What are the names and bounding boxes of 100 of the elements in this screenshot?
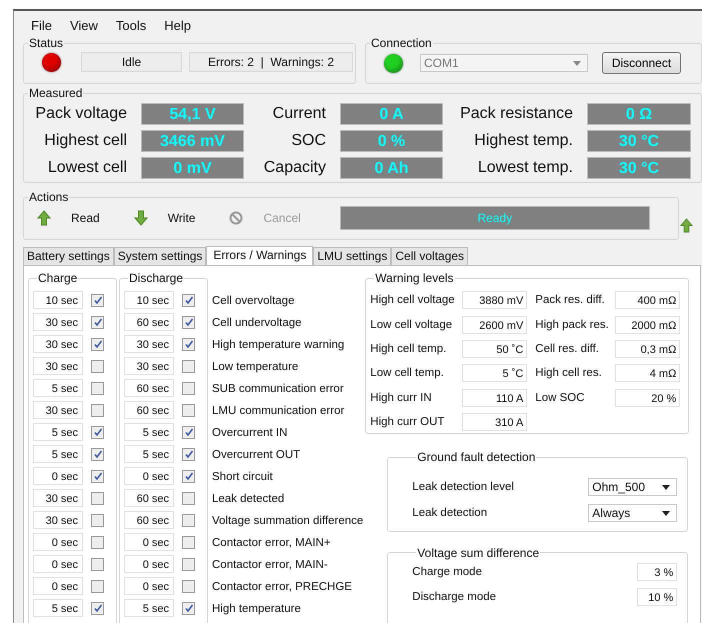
measure-label: Current <box>272 104 326 124</box>
delay-field[interactable]: 5 sec <box>33 445 83 463</box>
disconnect-button[interactable]: Disconnect <box>602 52 681 74</box>
level-field[interactable]: 0,3 mΩ <box>615 340 680 358</box>
checkbox[interactable] <box>182 492 195 504</box>
delay-field[interactable]: 60 sec <box>124 511 174 529</box>
action-button[interactable]: Read <box>34 208 103 228</box>
menu-item[interactable]: File <box>31 18 52 33</box>
delay-field[interactable]: 60 sec <box>124 313 174 331</box>
delay-field[interactable]: 60 sec <box>124 489 174 507</box>
tab[interactable]: Battery settings <box>23 247 114 265</box>
checkbox[interactable] <box>182 426 195 438</box>
tab[interactable]: Cell voltages <box>391 247 468 265</box>
delay-field[interactable]: 30 sec <box>33 313 83 331</box>
checkbox[interactable] <box>182 514 195 526</box>
delay-field[interactable]: 5 sec <box>33 423 83 441</box>
menu-item[interactable]: Tools <box>116 18 146 33</box>
delay-field[interactable]: 5 sec <box>33 599 83 617</box>
checkbox[interactable] <box>182 382 195 394</box>
checkbox[interactable] <box>91 470 104 482</box>
delay-field[interactable]: 30 sec <box>124 335 174 353</box>
delay-field[interactable]: 0 sec <box>124 577 174 595</box>
delay-field[interactable]: 30 sec <box>33 357 83 375</box>
level-label: High curr IN <box>370 392 433 404</box>
level-field[interactable]: 5 ˚C <box>462 364 528 382</box>
group-title: Ground fault detection <box>416 450 536 464</box>
level-field[interactable]: 310 A <box>462 413 528 432</box>
measure-value: 0 Ω <box>587 103 691 125</box>
checkbox[interactable] <box>182 294 195 306</box>
checkbox[interactable] <box>182 316 195 328</box>
level-field[interactable]: 110 A <box>462 388 528 407</box>
level-field[interactable]: 4 mΩ <box>615 364 680 382</box>
checkbox[interactable] <box>182 360 195 372</box>
percent-field[interactable]: 10 % <box>637 588 678 606</box>
delay-field[interactable]: 5 sec <box>124 445 174 463</box>
delay-field[interactable]: 60 sec <box>124 401 174 419</box>
checkbox[interactable] <box>91 448 104 460</box>
level-label: High pack res. <box>535 318 610 331</box>
checkbox[interactable] <box>91 294 104 306</box>
checkbox[interactable] <box>182 558 195 570</box>
measure-value: 0 A <box>340 103 443 125</box>
delay-field[interactable]: 0 sec <box>33 467 83 485</box>
error-label: LMU communication error <box>212 404 346 419</box>
menu-item[interactable]: Help <box>164 18 192 33</box>
delay-field[interactable]: 5 sec <box>33 379 83 397</box>
delay-field[interactable]: 0 sec <box>33 577 83 595</box>
delay-field[interactable]: 10 sec <box>124 291 174 309</box>
level-field[interactable]: 400 mΩ <box>615 291 680 310</box>
group-title: Actions <box>28 190 70 204</box>
checkbox[interactable] <box>91 360 104 372</box>
checkbox[interactable] <box>91 316 104 328</box>
checkbox[interactable] <box>91 404 104 416</box>
action-button[interactable]: Write <box>130 208 198 228</box>
checkbox[interactable] <box>91 580 104 592</box>
delay-field[interactable]: 30 sec <box>33 335 83 353</box>
checkbox[interactable] <box>91 382 104 394</box>
checkbox[interactable] <box>182 470 195 482</box>
port-dropdown[interactable]: COM1 <box>420 54 588 72</box>
delay-field[interactable]: 30 sec <box>33 511 83 529</box>
setting-dropdown[interactable]: Ohm_500 <box>588 478 678 496</box>
checkbox[interactable] <box>182 448 195 460</box>
delay-field[interactable]: 10 sec <box>33 291 83 309</box>
checkbox[interactable] <box>182 602 195 614</box>
checkbox[interactable] <box>91 536 104 548</box>
level-field[interactable]: 50 ˚C <box>462 340 528 358</box>
tab[interactable]: System settings <box>114 247 206 265</box>
delay-field[interactable]: 0 sec <box>33 555 83 573</box>
error-label: Overcurrent IN <box>212 426 288 441</box>
setting-label: Leak detection level <box>412 481 514 493</box>
percent-field[interactable]: 3 % <box>637 563 678 582</box>
setting-label: Leak detection <box>412 507 488 519</box>
delay-field[interactable]: 5 sec <box>124 599 174 617</box>
delay-field[interactable]: 60 sec <box>124 379 174 397</box>
checkbox[interactable] <box>91 558 104 570</box>
up-arrow-icon[interactable] <box>680 218 693 233</box>
checkbox[interactable] <box>91 338 104 350</box>
checkbox[interactable] <box>182 580 195 592</box>
delay-field[interactable]: 5 sec <box>124 423 174 441</box>
checkbox[interactable] <box>182 338 195 350</box>
delay-field[interactable]: 0 sec <box>124 555 174 573</box>
delay-field[interactable]: 0 sec <box>124 467 174 485</box>
level-field[interactable]: 2000 mΩ <box>615 316 680 334</box>
level-field[interactable]: 20 % <box>615 388 680 407</box>
tab[interactable]: Errors / Warnings <box>206 246 314 265</box>
checkbox[interactable] <box>182 536 195 548</box>
level-field[interactable]: 3880 mV <box>462 291 528 310</box>
delay-field[interactable]: 30 sec <box>124 357 174 375</box>
level-field[interactable]: 2600 mV <box>462 316 528 334</box>
checkbox[interactable] <box>182 404 195 416</box>
delay-field[interactable]: 30 sec <box>33 401 83 419</box>
checkbox[interactable] <box>91 602 104 614</box>
delay-field[interactable]: 0 sec <box>33 533 83 551</box>
setting-dropdown[interactable]: Always <box>588 504 678 522</box>
checkbox[interactable] <box>91 426 104 438</box>
menu-item[interactable]: View <box>70 18 98 33</box>
delay-field[interactable]: 30 sec <box>33 489 83 507</box>
delay-field[interactable]: 0 sec <box>124 533 174 551</box>
checkbox[interactable] <box>91 514 104 526</box>
tab[interactable]: LMU settings <box>313 247 392 265</box>
checkbox[interactable] <box>91 492 104 504</box>
